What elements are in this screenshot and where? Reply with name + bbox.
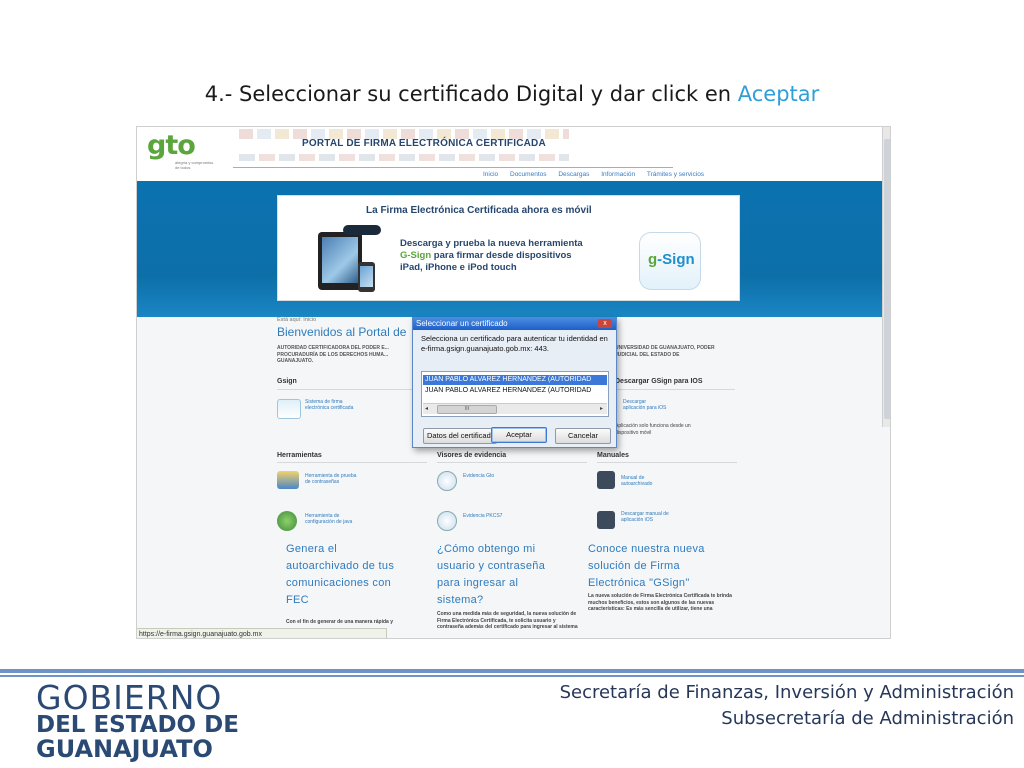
nav-item-informacion[interactable]: Información (601, 171, 635, 178)
footer-secretaria: Secretaría de Finanzas, Inversión y Admi… (559, 682, 1014, 703)
banner-line-2: G-Sign para firmar desde dispositivos (400, 250, 620, 262)
close-icon[interactable]: x (598, 319, 612, 328)
portal-header: gto alegría y compromiso de todos PORTAL… (137, 127, 882, 181)
herramienta-item-2[interactable]: Herramienta de configuración de java (305, 513, 360, 525)
gsign-badge-text: g-Sign (648, 251, 695, 268)
section-divider (437, 462, 587, 463)
dialog-title: Seleccionar un certificado (416, 319, 508, 328)
password-tool-icon[interactable] (277, 471, 299, 489)
teaser-3-body: La nueva solución de Firma Electrónica C… (588, 593, 732, 612)
gto-logo-text: gto (147, 130, 196, 161)
select-certificate-dialog: Seleccionar un certificado x Selecciona … (412, 317, 617, 448)
list-horizontal-scrollbar[interactable]: ◂ III ▸ (423, 403, 607, 414)
intro-right-text: UNIVERSIDAD DE GUANAJUATO, PODER JUDICIA… (615, 345, 715, 358)
iphone-image (358, 262, 375, 292)
section-herramientas-heading: Herramientas (277, 452, 322, 459)
ios-item-link[interactable]: Descargar aplicación para iOS (623, 399, 668, 411)
dialog-message: Selecciona un certificado para autentica… (421, 334, 608, 353)
teaser-usuario-contrasena[interactable]: ¿Cómo obtengo mi usuario y contraseña para… (437, 541, 587, 609)
evidence-gto-icon[interactable] (437, 471, 457, 491)
list-scrollbar-thumb[interactable]: III (437, 405, 497, 414)
gsign-icon[interactable] (277, 399, 301, 419)
iphone-screen (360, 266, 373, 287)
certificate-details-button[interactable]: Datos del certificado (423, 428, 497, 444)
teaser-1-body: Con el fin de generar de una manera rápi… (286, 619, 393, 625)
nav-item-tramites[interactable]: Trámites y servicios (647, 171, 704, 178)
banner-text: Descarga y prueba la nueva herramienta G… (400, 238, 620, 274)
gsign-app-icon: g-Sign (639, 232, 701, 290)
manual-item-1[interactable]: Manual de autoarchivado (621, 475, 669, 487)
banner-line-2-rest: para firmar desde dispositivos (431, 250, 572, 261)
banner-brand: G-Sign (400, 250, 432, 261)
page-vertical-scrollbar[interactable] (882, 127, 890, 427)
section-divider (277, 389, 412, 390)
section-visores-heading: Visores de evidencia (437, 452, 507, 459)
manual-icon[interactable] (597, 471, 615, 489)
evidence-pkcs7-icon[interactable] (437, 511, 457, 531)
visor-item-1[interactable]: Evidencia Gto (463, 473, 503, 479)
java-config-icon[interactable] (277, 511, 297, 531)
section-ios-heading: Descargar GSign para IOS (615, 378, 703, 385)
nav-item-documentos[interactable]: Documentos (510, 171, 547, 178)
nav-item-inicio[interactable]: Inicio (483, 171, 498, 178)
section-divider (597, 462, 737, 463)
footer-rule (0, 675, 1024, 677)
manual-item-2[interactable]: Descargar manual de aplicación iOS (621, 511, 669, 523)
section-divider (615, 389, 735, 390)
banner-line-1: Descarga y prueba la nueva herramienta (400, 238, 583, 249)
page-scrollbar-thumb[interactable] (884, 139, 890, 419)
slide-title-text: 4.- Seleccionar su certificado Digital y… (204, 82, 738, 106)
welcome-heading: Bienvenidos al Portal de (277, 325, 407, 339)
herramienta-item-1[interactable]: Herramienta de prueba de contraseñas (305, 473, 360, 485)
cancel-button[interactable]: Cancelar (555, 428, 611, 444)
promo-banner[interactable]: La Firma Electrónica Certificada ahora e… (277, 195, 740, 301)
browser-screenshot: gto alegría y compromiso de todos PORTAL… (136, 126, 891, 639)
ios-note: Aplicación solo funciona desde un dispos… (615, 423, 691, 436)
slide-title-accent: Aceptar (737, 82, 820, 106)
teaser-autoarchivado[interactable]: Genera el autoarchivado de tus comunicacio… (286, 541, 426, 609)
section-gsign-heading: Gsign (277, 378, 297, 385)
footer-rule (0, 669, 1024, 673)
breadcrumb: Está aquí: Inicio (277, 317, 317, 323)
portal-title: PORTAL DE FIRMA ELECTRÓNICA CERTIFICADA (302, 138, 546, 149)
section-manuales-heading: Manuales (597, 452, 629, 459)
carousel-dots[interactable] (343, 225, 381, 235)
browser-status-bar: https://e-firma.gsign.guanajuato.gob.mx (137, 628, 387, 638)
dialog-titlebar[interactable]: Seleccionar un certificado x (413, 318, 616, 330)
visor-item-2[interactable]: Evidencia PKCS7 (463, 513, 503, 519)
certificate-option-selected[interactable]: JUAN PABLO ALVAREZ HERNANDEZ (AUTORIDAD (423, 375, 607, 385)
ipad-image (318, 232, 362, 290)
ipad-screen (322, 237, 358, 283)
teaser-gsign[interactable]: Conoce nuestra nueva solución de Firma Ele… (588, 541, 748, 592)
banner-title: La Firma Electrónica Certificada ahora e… (366, 205, 592, 216)
nav-item-descargas[interactable]: Descargas (558, 171, 589, 178)
footer-subsecretaria: Subsecretaría de Administración (721, 708, 1014, 729)
certificate-option[interactable]: JUAN PABLO ALVAREZ HERNANDEZ (AUTORIDAD (423, 386, 607, 396)
manual-ios-icon[interactable] (597, 511, 615, 529)
slide-title: 4.- Seleccionar su certificado Digital y… (0, 82, 1024, 106)
certificate-list[interactable]: JUAN PABLO ALVAREZ HERNANDEZ (AUTORIDAD … (421, 371, 609, 417)
banner-line-3: iPad, iPhone e iPod touch (400, 262, 517, 273)
gobierno-logo-line-3: GUANAJUATO (36, 735, 213, 763)
section-divider (277, 462, 427, 463)
gto-logo[interactable]: gto (147, 130, 196, 161)
intro-left-text: AUTORIDAD CERTIFICADORA DEL PODER E... P… (277, 345, 389, 364)
header-mosaic-decoration (239, 154, 569, 161)
gsign-item-link[interactable]: Sistema de firma electrónica certificada (305, 399, 360, 411)
gto-logo-tagline: alegría y compromiso de todos (175, 160, 214, 170)
portal-nav: Inicio Documentos Descargas Información … (483, 171, 714, 178)
scroll-left-arrow-icon[interactable]: ◂ (425, 405, 428, 412)
accept-button[interactable]: Aceptar (491, 427, 547, 443)
header-divider (233, 167, 673, 168)
scroll-right-arrow-icon[interactable]: ▸ (600, 405, 603, 412)
teaser-2-body: Como una medida más de seguridad, la nue… (437, 611, 578, 630)
